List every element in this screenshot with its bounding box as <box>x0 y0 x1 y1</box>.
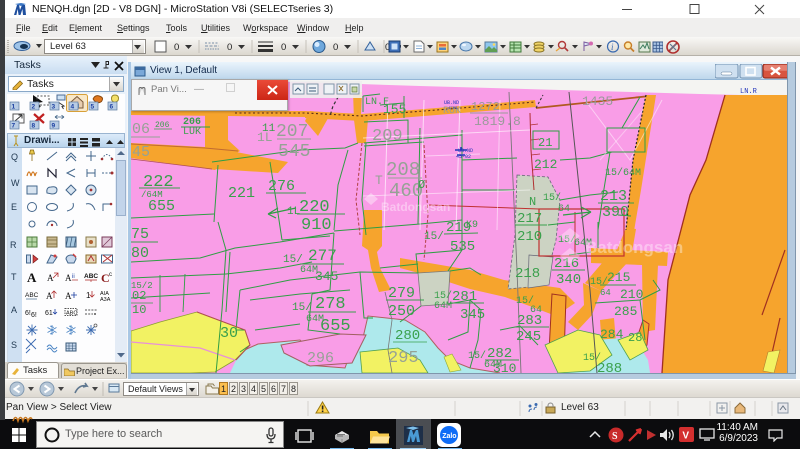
svg-text:15/64M: 15/64M <box>605 167 641 179</box>
svg-text:6!: 6! <box>25 310 31 317</box>
svg-text:296: 296 <box>307 350 334 367</box>
svg-text:R: R <box>10 240 17 250</box>
svg-text:61: 61 <box>45 310 53 317</box>
svg-text:ABC: ABC <box>25 292 39 299</box>
svg-text:4705: 4705 <box>448 107 458 111</box>
svg-text:10: 10 <box>132 303 146 317</box>
svg-text:A: A <box>65 273 72 283</box>
svg-text:545: 545 <box>278 142 310 162</box>
svg-text:7: 7 <box>12 123 16 130</box>
svg-text:155: 155 <box>383 102 406 117</box>
svg-text:T: T <box>375 173 383 188</box>
svg-text:ii: ii <box>72 274 75 280</box>
svg-text:1L: 1L <box>257 130 273 145</box>
svg-text:15/: 15/ <box>424 231 444 243</box>
svg-text:S: S <box>11 340 17 350</box>
svg-text:0: 0 <box>227 42 232 53</box>
svg-text:655: 655 <box>320 317 351 336</box>
svg-text:A: A <box>11 305 17 315</box>
svg-text:209: 209 <box>372 127 403 146</box>
svg-text:1435: 1435 <box>582 94 613 109</box>
svg-text:Zalo: Zalo <box>442 433 456 440</box>
svg-text:Batdongsan: Batdongsan <box>585 238 683 257</box>
svg-text:245: 245 <box>516 329 541 345</box>
svg-text:0: 0 <box>333 42 338 53</box>
svg-text:c: c <box>109 272 112 278</box>
svg-text:A: A <box>47 273 54 283</box>
svg-text:i: i <box>611 42 614 52</box>
svg-text:213: 213 <box>600 188 627 205</box>
svg-text:06: 06 <box>132 121 150 138</box>
svg-text:655: 655 <box>148 198 175 215</box>
svg-text:15/: 15/ <box>590 276 608 288</box>
svg-text:295: 295 <box>388 349 419 368</box>
svg-text:276: 276 <box>268 178 295 195</box>
svg-text:345: 345 <box>460 307 485 323</box>
svg-text:535: 535 <box>450 239 475 255</box>
svg-text:N: N <box>529 195 536 209</box>
svg-text:278: 278 <box>315 295 346 314</box>
svg-text:LN.R: LN.R <box>740 88 758 96</box>
svg-text:6: 6 <box>110 104 114 111</box>
svg-text:0: 0 <box>281 42 286 53</box>
svg-text:1: 1 <box>12 104 16 111</box>
svg-text:277: 277 <box>308 247 337 265</box>
svg-text:80: 80 <box>131 245 149 262</box>
svg-text:279: 279 <box>388 285 415 302</box>
svg-text:390: 390 <box>602 204 629 221</box>
svg-text:S: S <box>612 431 618 442</box>
svg-text:288: 288 <box>597 361 622 373</box>
svg-text:Q: Q <box>11 152 18 162</box>
svg-text:E: E <box>11 202 17 212</box>
svg-text:285: 285 <box>614 304 637 319</box>
svg-text:215: 215 <box>607 270 630 285</box>
svg-text:310: 310 <box>493 361 516 373</box>
svg-text:75: 75 <box>131 226 149 243</box>
svg-text:T: T <box>11 272 17 282</box>
svg-text:UB.ND: UB.ND <box>444 100 459 106</box>
svg-text:9: 9 <box>52 123 56 130</box>
svg-text:210: 210 <box>620 287 643 302</box>
svg-text:K9: K9 <box>466 220 478 231</box>
svg-text:A: A <box>27 270 37 285</box>
svg-text:64: 64 <box>558 204 570 215</box>
svg-text:2: 2 <box>32 104 36 111</box>
svg-text:284: 284 <box>600 327 624 342</box>
svg-text:218: 218 <box>515 266 540 282</box>
svg-text:1272: 1272 <box>471 100 500 114</box>
svg-text:15/: 15/ <box>543 192 561 204</box>
svg-text:45: 45 <box>132 144 150 161</box>
svg-text:A: A <box>65 291 72 301</box>
svg-text:ABC: ABC <box>66 311 77 317</box>
svg-text:64: 64 <box>600 288 611 298</box>
svg-text:250: 250 <box>388 303 415 320</box>
svg-text:21: 21 <box>538 136 552 150</box>
svg-text:221: 221 <box>228 185 255 202</box>
svg-text:V: V <box>682 431 689 442</box>
svg-text:340: 340 <box>556 272 581 288</box>
svg-text:64M: 64M <box>434 301 452 312</box>
svg-text:W: W <box>11 178 20 188</box>
svg-text:3: 3 <box>52 104 56 111</box>
svg-text:Ø: Ø <box>418 178 425 192</box>
svg-text:Batdongsan: Batdongsan <box>381 200 450 214</box>
svg-text:1819.8: 1819.8 <box>474 114 521 129</box>
svg-text:212: 212 <box>534 157 557 172</box>
svg-text:345: 345 <box>315 269 338 284</box>
svg-text:15/2: 15/2 <box>131 281 153 291</box>
svg-text:02: 02 <box>132 289 146 303</box>
svg-text:910: 910 <box>301 216 332 235</box>
svg-text:0: 0 <box>174 42 179 53</box>
svg-text:8: 8 <box>32 123 36 130</box>
svg-text:ABC: ABC <box>84 273 98 280</box>
svg-text:5: 5 <box>91 104 95 111</box>
svg-text:210: 210 <box>517 229 542 245</box>
svg-text:28: 28 <box>628 331 642 345</box>
svg-text:4: 4 <box>71 104 75 111</box>
svg-text:LUK: LUK <box>183 127 201 138</box>
svg-text:30: 30 <box>220 325 238 342</box>
svg-text:6!: 6! <box>31 312 37 319</box>
svg-text:A3A: A3A <box>100 297 111 303</box>
